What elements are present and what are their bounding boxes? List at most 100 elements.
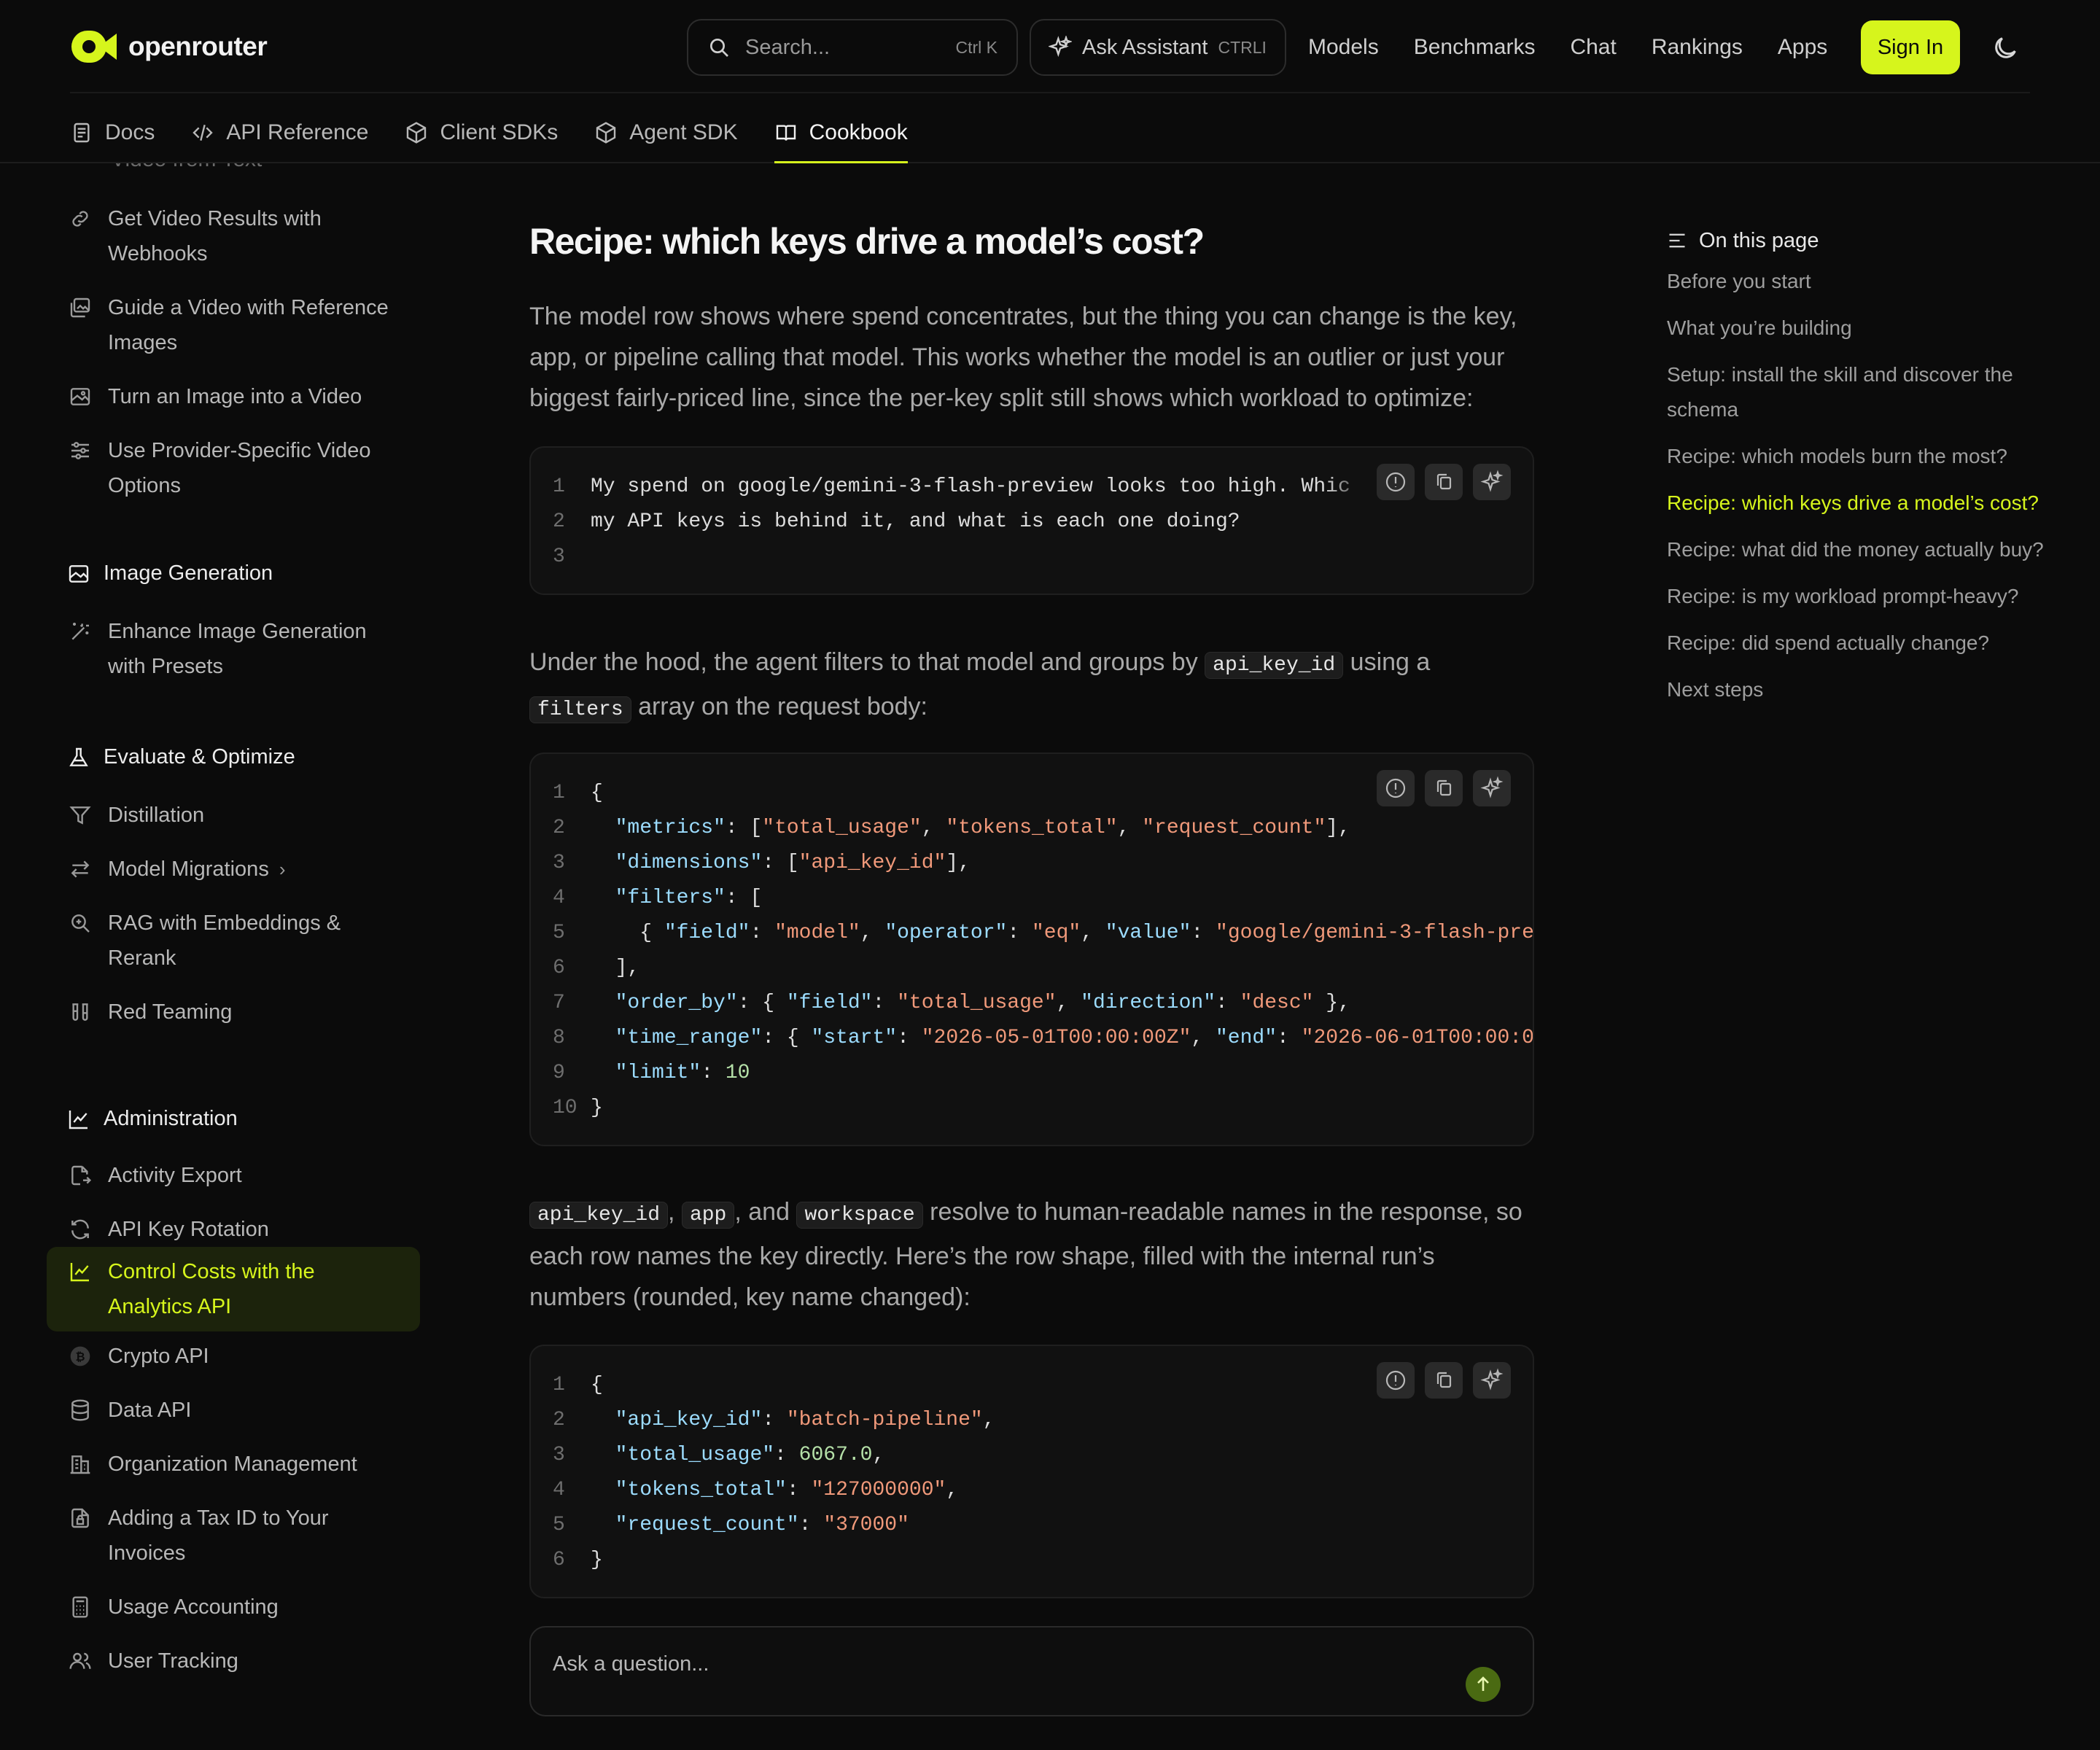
row-shape-json: 1{ 2 "api_key_id": " batch-pipeline ", 3 "… (553, 1374, 995, 1571)
book-icon (774, 121, 798, 144)
inline-code-app: app (681, 1202, 735, 1229)
prompt-line-1: My spend on google/gemini-3-flash-previe… (591, 475, 1350, 498)
moon-icon[interactable] (1991, 34, 2020, 63)
top-header: openrouter Search... Ctrl K Ask Assistan… (0, 0, 2100, 163)
sidebar-item-image-to-video[interactable]: Turn an Image into a Video (47, 379, 420, 414)
tab-label: API Reference (226, 120, 369, 144)
sparkle-icon[interactable] (1473, 1362, 1511, 1399)
sidebar-item-red-teaming[interactable]: Red Teaming (47, 995, 420, 1030)
ask-assistant-shortcut: CTRLI (1218, 37, 1267, 57)
list-icon (1667, 230, 1687, 251)
tab-label: Docs (105, 120, 155, 144)
search-icon (707, 36, 731, 59)
toc-item[interactable]: Recipe: what did the money actually buy? (1667, 532, 2061, 567)
sparkle-icon[interactable] (1473, 464, 1511, 500)
nav-models[interactable]: Models (1308, 35, 1379, 60)
svg-text:₿: ₿ (75, 1350, 85, 1364)
sidebar-item-image-presets[interactable]: Enhance Image Generation with Presets (47, 614, 420, 684)
toc-heading: On this page (1667, 223, 2061, 258)
sidebar-item-data-api[interactable]: Data API (47, 1393, 420, 1428)
package-icon (405, 121, 428, 144)
sidebar-item-video-webhooks[interactable]: Get Video Results with Webhooks (47, 201, 420, 271)
flask-icon (67, 746, 90, 769)
toc-item[interactable]: What you’re building (1667, 311, 2061, 346)
copy-icon[interactable] (1425, 464, 1463, 500)
sidebar-item-control-costs[interactable]: Control Costs with the Analytics API (47, 1247, 420, 1331)
sidebar-item-usage-accounting[interactable]: Usage Accounting (47, 1590, 420, 1625)
chevron-right-icon[interactable]: › (279, 858, 286, 880)
docs-icon (70, 121, 93, 144)
prompt-line-2: my API keys is behind it, and what is ea… (591, 510, 1240, 533)
sidebar-item-tax-id[interactable]: Adding a Tax ID to Your Invoices (47, 1501, 420, 1571)
wand-icon (69, 620, 92, 643)
tab-label: Cookbook (809, 120, 908, 144)
sidebar-item-reference-images[interactable]: Guide a Video with Reference Images (47, 290, 420, 360)
on-this-page: On this page Before you start What you’r… (1667, 223, 2061, 707)
nav-rankings[interactable]: Rankings (1652, 35, 1743, 60)
toc-item[interactable]: Recipe: which models burn the most? (1667, 439, 2061, 474)
ask-assistant-button[interactable]: Ask Assistant CTRLI (1030, 19, 1286, 76)
arrows-swap-icon (69, 858, 92, 881)
inline-code-filters: filters (529, 696, 631, 723)
images-icon (69, 296, 92, 319)
logo[interactable]: openrouter (70, 28, 268, 66)
users-icon (69, 1649, 92, 1673)
copy-icon[interactable] (1425, 770, 1463, 806)
sidebar-item-model-migrations[interactable]: Model Migrations › (47, 852, 420, 887)
tab-cookbook[interactable]: Cookbook (774, 102, 908, 163)
sidebar-item-api-key-rotation[interactable]: API Key Rotation (47, 1212, 420, 1247)
sidebar-item-organization[interactable]: Organization Management (47, 1447, 420, 1482)
sidebar-item-video-from-text[interactable]: Video from Text (111, 163, 262, 172)
tab-api-reference[interactable]: API Reference (191, 102, 368, 163)
sparkle-icon[interactable] (1473, 770, 1511, 806)
image-icon (69, 385, 92, 408)
chart-line-icon (69, 1260, 92, 1283)
inline-code-api-key-id: api_key_id (1205, 652, 1344, 679)
tab-client-sdks[interactable]: Client SDKs (405, 102, 558, 163)
ask-assistant-label: Ask Assistant (1082, 35, 1208, 59)
ask-question-placeholder: Ask a question... (553, 1652, 709, 1676)
sidebar-item-distillation[interactable]: Distillation (47, 798, 420, 833)
toc-item[interactable]: Setup: install the skill and discover th… (1667, 357, 2061, 427)
tab-docs[interactable]: Docs (70, 102, 155, 163)
refresh-icon (69, 1218, 92, 1241)
under-hood-paragraph: Under the hood, the agent filters to tha… (529, 642, 1536, 731)
inline-code-workspace: workspace (796, 1202, 923, 1229)
report-icon[interactable] (1377, 464, 1415, 500)
toc-item[interactable]: Recipe: is my workload prompt-heavy? (1667, 579, 2061, 614)
nav-chat[interactable]: Chat (1570, 35, 1616, 60)
arrow-up-icon (1466, 1667, 1501, 1702)
report-icon[interactable] (1377, 770, 1415, 806)
nav-apps[interactable]: Apps (1778, 35, 1827, 60)
report-icon[interactable] (1377, 1362, 1415, 1399)
sidebar-item-activity-export[interactable]: Activity Export (47, 1158, 420, 1193)
toc-item[interactable]: Before you start (1667, 264, 2061, 299)
search-input[interactable]: Search... Ctrl K (687, 19, 1018, 76)
code-toolbar (1377, 770, 1511, 806)
sign-in-button[interactable]: Sign In (1861, 20, 1960, 74)
sidebar-item-rag[interactable]: RAG with Embeddings & Rerank (47, 906, 420, 976)
sidebar: Video from Text Get Video Results with W… (47, 163, 426, 1750)
sidebar-section-image-generation[interactable]: Image Generation (67, 561, 273, 586)
ask-question-input[interactable]: Ask a question... (529, 1626, 1534, 1716)
search-placeholder: Search... (745, 35, 831, 59)
sidebar-item-crypto-api[interactable]: ₿ Crypto API (47, 1339, 420, 1374)
sidebar-item-provider-video-options[interactable]: Use Provider-Specific Video Options (47, 433, 420, 503)
code-toolbar (1377, 464, 1511, 500)
sidebar-section-evaluate[interactable]: Evaluate & Optimize (67, 745, 295, 769)
copy-icon[interactable] (1425, 1362, 1463, 1399)
toc-item-active[interactable]: Recipe: which keys drive a model’s cost? (1667, 486, 2061, 521)
inline-code-api-key-id: api_key_id (529, 1202, 669, 1229)
header-divider (70, 92, 2030, 93)
sidebar-item-user-tracking[interactable]: User Tracking (47, 1644, 420, 1679)
search-shortcut: Ctrl K (955, 37, 998, 57)
send-button[interactable] (1466, 1667, 1501, 1702)
row-shape-code-block: 1{ 2 "api_key_id": " batch-pipeline ", 3 "… (529, 1345, 1534, 1598)
sidebar-section-administration[interactable]: Administration (67, 1107, 238, 1131)
tab-agent-sdk[interactable]: Agent SDK (594, 102, 738, 163)
toc-item[interactable]: Next steps (1667, 672, 2061, 707)
request-body-code-block: 1{ 2 "metrics": [" total_usage ", " tokens_… (529, 752, 1534, 1146)
toc-item[interactable]: Recipe: did spend actually change? (1667, 626, 2061, 661)
nav-benchmarks[interactable]: Benchmarks (1414, 35, 1536, 60)
request-body-json: 1{ 2 "metrics": [" total_usage ", " tokens_… (553, 782, 1534, 1119)
